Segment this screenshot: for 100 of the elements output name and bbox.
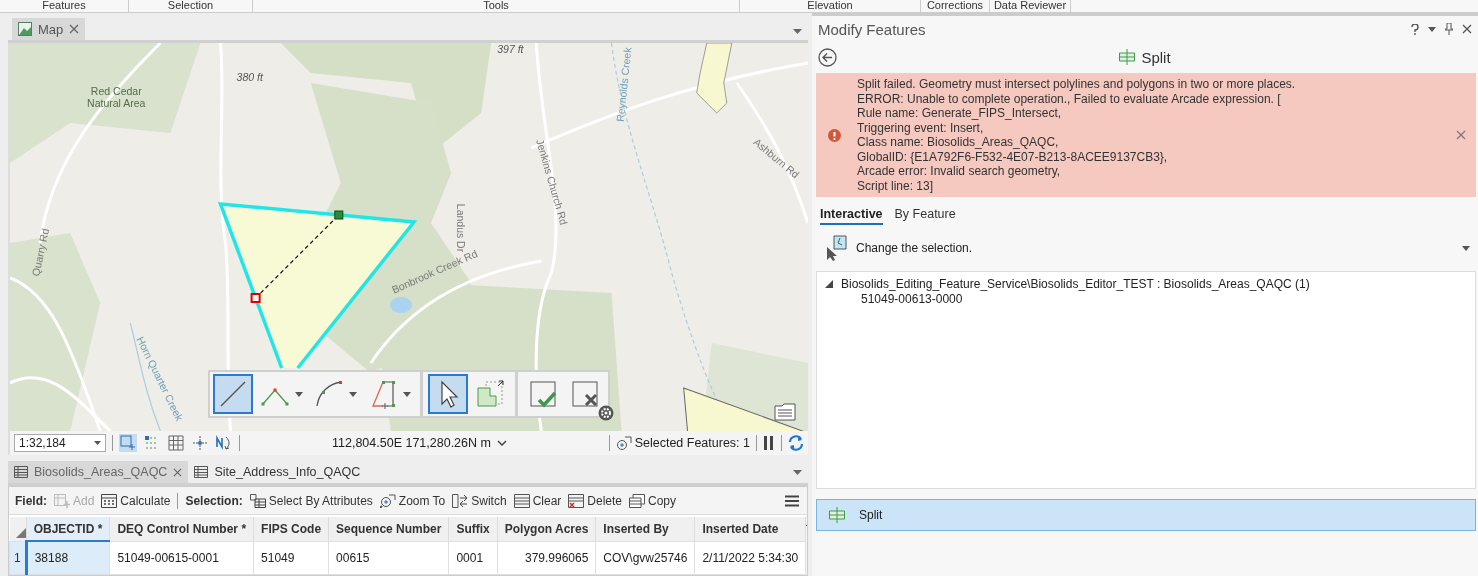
error-text: Class name: Biosolids_Areas_QAQC, <box>857 135 1060 150</box>
error-text: Split failed. Geometry must intersect polylines and polygons in two or more places. <box>857 77 1297 92</box>
table-cell: 2/11/2022 5:34:30 <box>694 541 806 575</box>
close-icon[interactable] <box>173 467 183 477</box>
switch-icon <box>452 493 469 508</box>
map-icon <box>18 22 32 36</box>
column-header[interactable]: Suffix <box>448 517 498 541</box>
snap-icon <box>120 435 136 451</box>
map-label: Landus Dr <box>455 203 468 253</box>
error-text: Triggering event: Insert, <box>857 120 985 135</box>
pause-icon[interactable] <box>763 436 775 450</box>
expand-icon[interactable] <box>825 279 833 288</box>
add-field-icon <box>54 493 70 508</box>
clear-icon <box>513 493 530 508</box>
caret-icon[interactable] <box>793 469 802 475</box>
select-features-icon[interactable] <box>824 235 850 261</box>
tree-item[interactable]: Biosolids_Editing_Feature_Service\Biosolids_Editor_TEST : Biosolids_Areas_QAQC (1) <box>841 276 1310 291</box>
map-tab[interactable]: Map <box>12 18 86 40</box>
caret-icon[interactable] <box>1462 245 1470 251</box>
pane-tab[interactable]: Interactive <box>820 207 883 225</box>
corner-triangle-icon <box>15 527 26 538</box>
calculate-field-button[interactable]: Calculate <box>101 493 171 508</box>
tree-item[interactable]: 51049-00613-0000 <box>825 291 963 308</box>
error-text: Rule name: Generate_FIPS_Intersect, <box>857 106 1063 121</box>
scale-field[interactable]: 1:32,184 <box>14 434 106 452</box>
ribbon-group-label: Tools <box>483 0 509 12</box>
delete-button[interactable]: Delete <box>568 493 622 508</box>
table-cell: 51049 <box>253 541 329 575</box>
grid-button[interactable] <box>167 434 185 452</box>
pin-icon[interactable] <box>1445 23 1453 35</box>
table-icon[interactable] <box>774 403 796 421</box>
map-label: Red Cedar <box>90 85 142 97</box>
zoom-button[interactable]: Zoom To <box>379 493 446 508</box>
table-cell: 51049-00615-0001 <box>109 541 254 575</box>
clear-button[interactable]: Clear <box>513 493 562 508</box>
split-icon <box>1119 49 1136 65</box>
help-icon[interactable] <box>1411 23 1419 35</box>
tool-title: Split <box>1141 48 1171 66</box>
ribbon-group-label: Corrections <box>926 0 984 12</box>
chevron-icon[interactable] <box>496 440 507 446</box>
error-text: GlobalID: {E1A792F6-F532-4E07-B213-8ACEE9137CB3}, <box>857 149 1169 164</box>
table-cell: 00615 <box>328 541 449 575</box>
select-attributes-button[interactable]: Select By Attributes <box>249 493 373 508</box>
parcel-polygon <box>696 43 733 114</box>
table-cell: COV\gvw25746 <box>595 541 695 575</box>
back-icon[interactable] <box>818 47 837 67</box>
map-label: Natural Area <box>87 97 146 109</box>
column-header[interactable]: Polygon Acres <box>497 517 596 541</box>
constraints-button[interactable] <box>191 434 209 452</box>
coordinates-readout: 112,804.50E 171,280.26N m <box>332 436 491 450</box>
select-attributes-icon <box>249 493 266 508</box>
north-button[interactable] <box>215 434 233 452</box>
table-tab[interactable]: Site_Address_Info_QAQC <box>188 461 367 483</box>
map-label: Reynolds Creek <box>613 46 634 123</box>
column-header[interactable]: DEQ Control Number * <box>109 517 254 541</box>
grid-icon <box>168 435 184 451</box>
map-label: Quarry Rd <box>29 227 52 278</box>
error-text: ERROR: Unable to complete operation., Failed to evaluate Arcade expression. [ <box>857 91 1282 106</box>
caret-icon <box>94 441 101 445</box>
column-header[interactable]: OBJECTID * <box>26 517 110 541</box>
ribbon-group-label: Features <box>42 0 86 12</box>
column-header[interactable]: Inserted Date <box>694 517 806 541</box>
column-header[interactable]: FIPS Code <box>253 517 329 541</box>
calculator-icon <box>101 493 118 508</box>
snap-button[interactable] <box>119 434 137 452</box>
pane-tab[interactable]: By Feature <box>894 207 956 225</box>
caret-icon[interactable] <box>793 29 802 34</box>
column-header[interactable]: Inserted By <box>595 517 695 541</box>
copy-button[interactable]: Copy <box>629 493 676 508</box>
split-icon <box>829 507 845 523</box>
table-cell: 0001 <box>448 541 498 575</box>
selection-label: Selection: <box>185 493 243 508</box>
tool-list-item[interactable]: Split <box>816 499 1476 531</box>
zoom-icon <box>379 493 396 508</box>
column-header[interactable]: Sequence Number <box>328 517 449 541</box>
extend-icon <box>474 378 506 410</box>
zoom-selection-icon <box>615 435 632 451</box>
close-icon[interactable] <box>69 24 80 34</box>
table-cell: 38188 <box>26 541 110 575</box>
table-icon <box>194 466 209 478</box>
menu-icon[interactable] <box>785 494 799 507</box>
select-tool-button[interactable] <box>428 374 468 414</box>
cancel-icon <box>569 378 601 410</box>
ribbon-group-label: Elevation <box>807 0 853 12</box>
north-icon <box>216 435 232 451</box>
ribbon-group-label: Data Reviewer <box>993 0 1067 12</box>
refresh-icon[interactable] <box>788 435 804 451</box>
close-icon[interactable] <box>1456 130 1466 140</box>
caret-icon[interactable] <box>1428 26 1436 32</box>
constraints-icon <box>192 435 208 451</box>
table-tab[interactable]: Biosolids_Areas_QAQC <box>8 461 189 483</box>
line-tool-button[interactable] <box>213 374 253 414</box>
switch-button[interactable]: Switch <box>452 493 507 508</box>
table-cell: 379.996065 <box>497 541 596 575</box>
close-icon[interactable] <box>1462 24 1472 34</box>
copy-icon <box>629 493 645 508</box>
row-number[interactable]: 1 <box>9 541 27 575</box>
selected-features-button[interactable]: Selected Features: 1 <box>615 435 750 451</box>
table-icon <box>14 466 28 478</box>
settings-icon[interactable] <box>598 405 614 421</box>
